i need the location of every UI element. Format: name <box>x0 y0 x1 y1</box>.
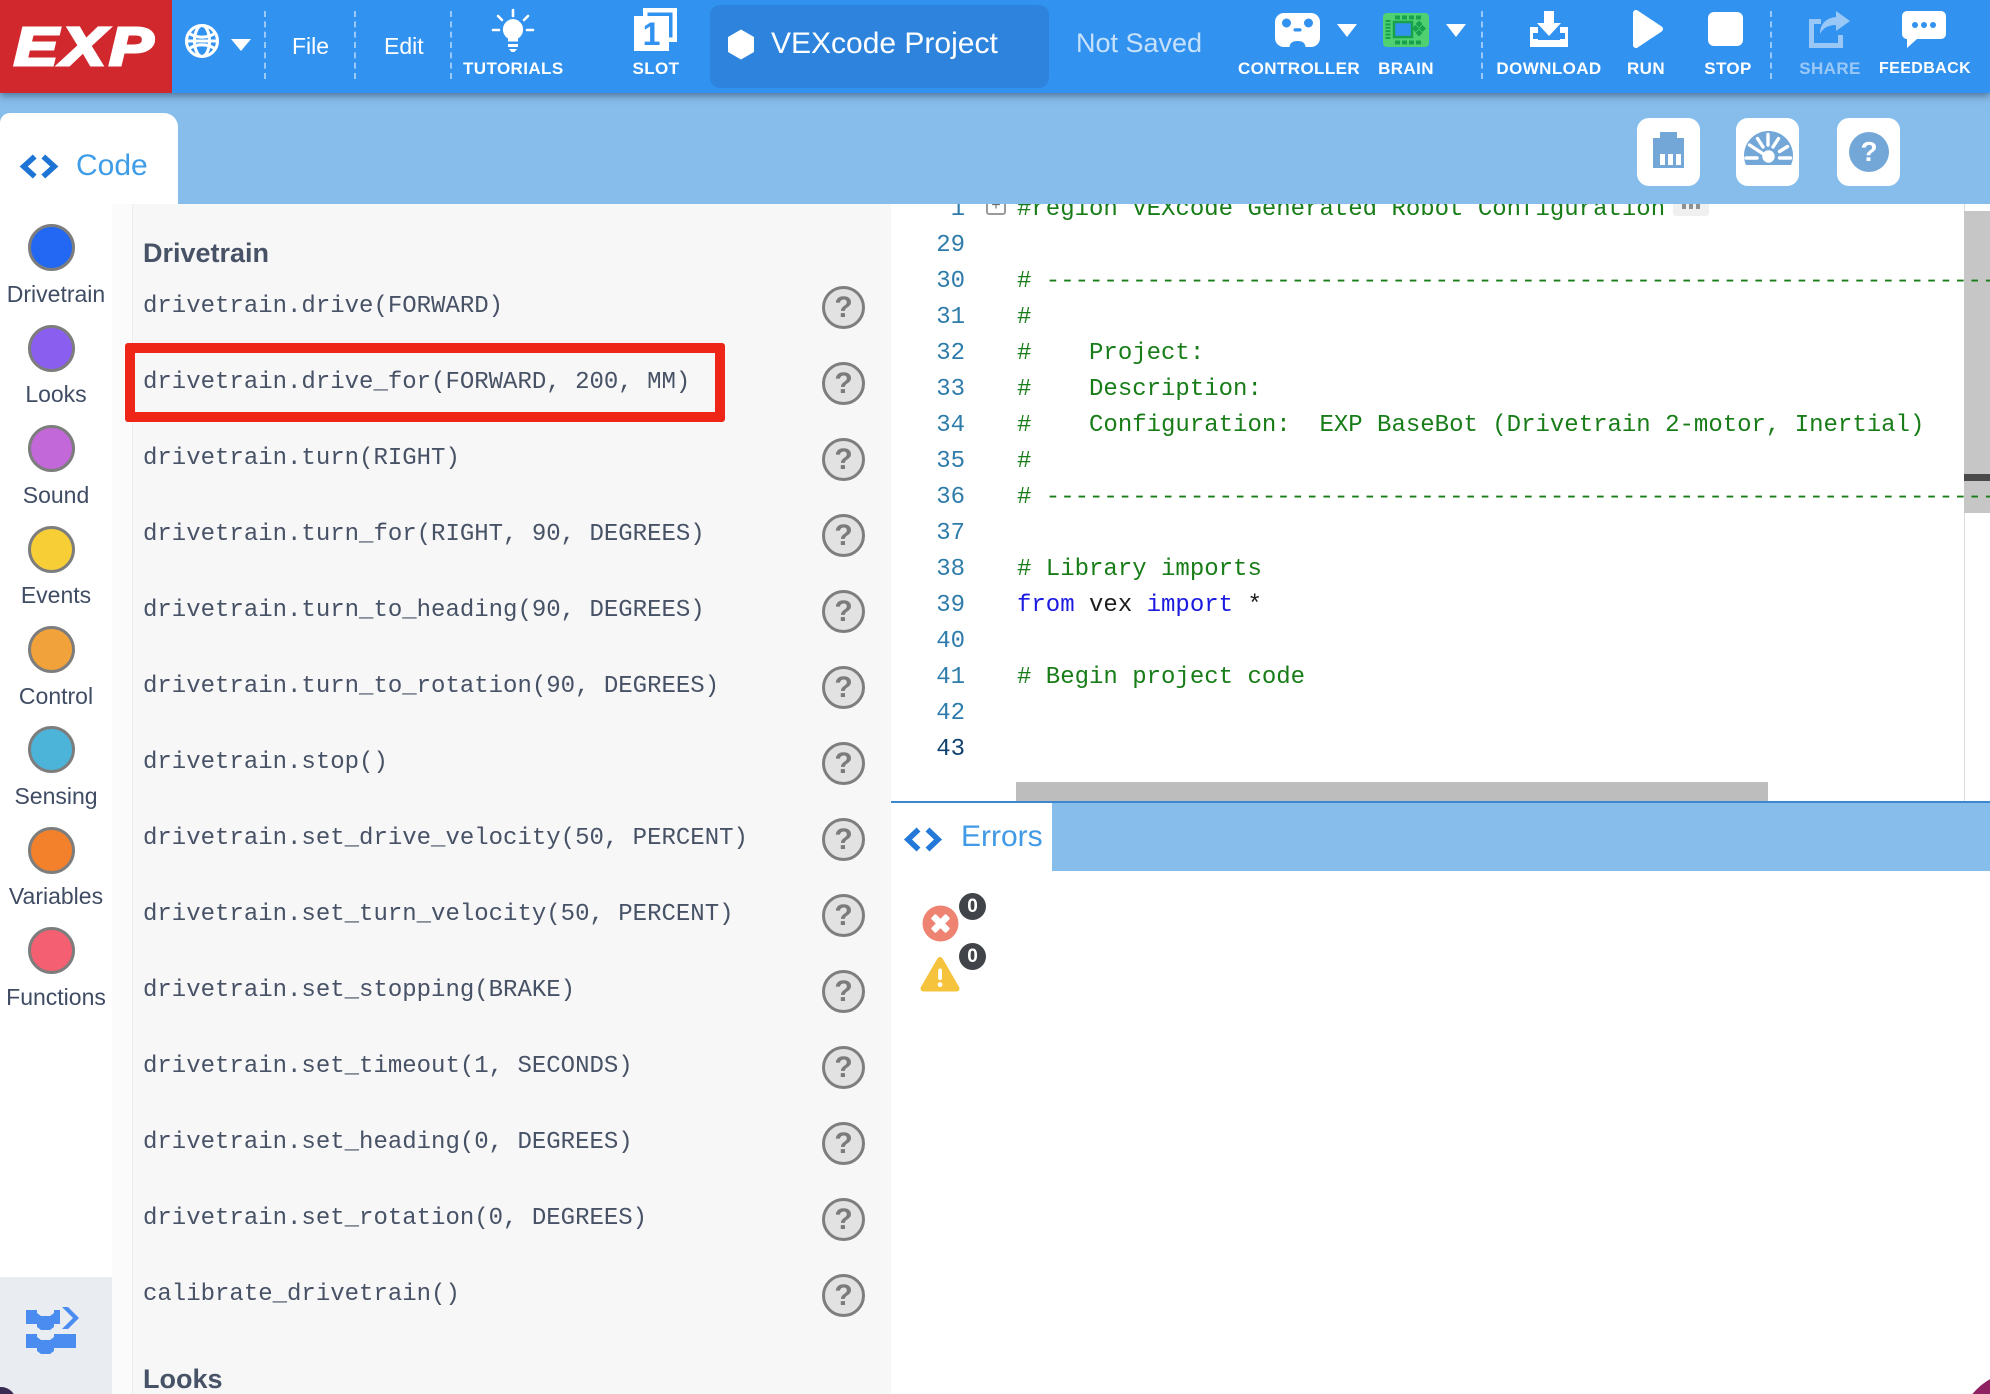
svg-text:1: 1 <box>643 16 661 52</box>
svg-text:?: ? <box>1860 136 1877 167</box>
